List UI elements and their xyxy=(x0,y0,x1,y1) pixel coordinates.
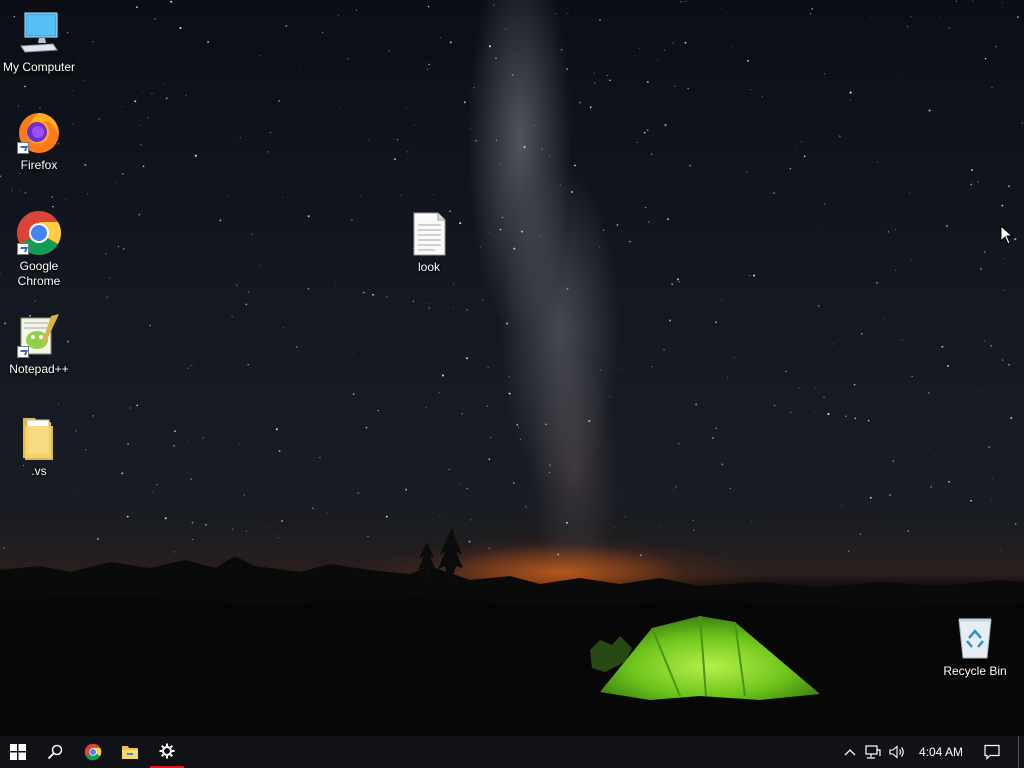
start-button[interactable] xyxy=(0,736,36,768)
taskbar-clock[interactable]: 4:04 AM xyxy=(912,736,970,768)
taskbar-file-explorer-button[interactable] xyxy=(112,736,148,768)
desktop-icon-label: Recycle Bin xyxy=(943,664,1007,678)
desktop-icon-label: Notepad++ xyxy=(9,362,69,376)
chrome-icon xyxy=(15,209,63,257)
taskbar: 4:04 AM xyxy=(0,736,1024,768)
recycle-bin-icon xyxy=(951,614,999,662)
firefox-icon xyxy=(15,108,63,156)
chevron-up-icon xyxy=(844,749,856,756)
shortcut-arrow-icon xyxy=(17,142,29,154)
chrome-icon xyxy=(84,743,102,761)
desktop-icon-recycle-bin[interactable]: Recycle Bin xyxy=(937,614,1013,679)
desktop-icon-label: My Computer xyxy=(2,60,76,74)
volume-button[interactable] xyxy=(886,736,908,768)
volume-icon xyxy=(889,745,904,759)
settings-gear-icon xyxy=(159,743,175,759)
desktop-icon-look[interactable]: look xyxy=(391,210,467,275)
desktop-icon-label: Firefox xyxy=(20,158,58,172)
network-icon xyxy=(865,745,881,759)
start-windows-icon xyxy=(10,744,26,760)
desktop-background: My Computer Firefox Google Chrome Notepa… xyxy=(0,0,1024,736)
shortcut-arrow-icon xyxy=(17,243,29,255)
shortcut-arrow-icon xyxy=(17,346,29,358)
desktop-icon-label: .vs xyxy=(31,464,47,478)
network-button[interactable] xyxy=(862,736,884,768)
mountain-silhouette xyxy=(0,528,1024,736)
search-icon xyxy=(47,744,63,760)
desktop-icon-vs-folder[interactable]: .vs xyxy=(1,414,77,479)
show-hidden-icons-button[interactable] xyxy=(840,736,860,768)
show-desktop-button[interactable] xyxy=(1018,736,1024,768)
taskbar-settings-button[interactable] xyxy=(150,736,184,768)
folder-icon xyxy=(15,414,63,462)
desktop-icon-google-chrome[interactable]: Google Chrome xyxy=(1,209,77,289)
notepad-plus-plus-icon xyxy=(15,312,63,360)
desktop-icon-notepad-plus-plus[interactable]: Notepad++ xyxy=(1,312,77,377)
mouse-cursor-icon xyxy=(1000,225,1014,245)
action-center-button[interactable] xyxy=(976,736,1008,768)
file-explorer-icon xyxy=(122,746,138,759)
computer-icon xyxy=(15,10,63,58)
search-button[interactable] xyxy=(37,736,73,768)
desktop-icon-firefox[interactable]: Firefox xyxy=(1,108,77,173)
text-file-icon xyxy=(405,210,453,258)
desktop-icon-my-computer[interactable]: My Computer xyxy=(1,10,77,75)
desktop-icon-label: look xyxy=(417,260,440,274)
action-center-icon xyxy=(984,744,1000,760)
taskbar-chrome-button[interactable] xyxy=(75,736,111,768)
desktop-icon-label: Google Chrome xyxy=(17,259,61,288)
